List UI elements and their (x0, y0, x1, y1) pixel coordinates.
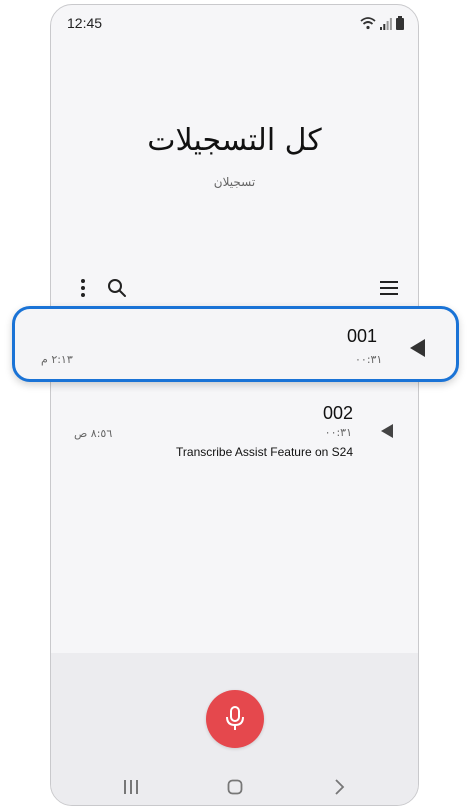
home-icon (227, 779, 243, 795)
more-options-icon (81, 279, 85, 297)
more-options-button[interactable] (70, 275, 96, 301)
play-icon[interactable] (410, 339, 425, 357)
recording-duration: ٠٠:٣١ (355, 353, 383, 366)
battery-icon (396, 16, 404, 30)
page-subtitle: تسجيلان (213, 175, 256, 189)
recording-title: 002 (322, 403, 353, 423)
recent-apps-icon (124, 780, 138, 794)
status-time: 12:45 (67, 15, 103, 31)
recording-description: Transcribe Assist Feature on S24 (176, 445, 353, 459)
menu-button[interactable] (376, 275, 402, 301)
record-button[interactable] (206, 690, 264, 748)
recent-apps-button[interactable] (116, 775, 146, 799)
wifi-icon (360, 17, 376, 30)
recording-item-002[interactable]: 002 ٠٠:٣١ ٨:٥٦ ص Transcribe Assist Featu… (51, 393, 418, 463)
recording-duration: ٠٠:٣١ (324, 426, 352, 439)
recording-date: ٨:٥٦ ص (74, 427, 113, 440)
signal-icon (380, 18, 392, 30)
recording-item-001[interactable]: 001 ٠٠:٣١ ٢:١٣ م (12, 306, 459, 382)
recording-title: 001 (347, 326, 378, 346)
home-button[interactable] (220, 775, 250, 799)
search-icon (108, 279, 126, 297)
menu-icon (380, 281, 398, 295)
back-button[interactable] (324, 775, 354, 799)
status-bar: 12:45 (51, 5, 418, 39)
page-title: كل التسجيلات (147, 123, 322, 158)
back-icon (335, 779, 345, 795)
search-button[interactable] (104, 275, 130, 301)
play-icon[interactable] (381, 424, 393, 438)
phone-screen: 12:45 كل التسجيلات تسجيلان 002 ٠٠:٣١ ٨:٥… (50, 4, 419, 806)
bottom-bar (51, 653, 418, 805)
recording-date: ٢:١٣ م (41, 353, 73, 366)
microphone-icon (226, 706, 244, 730)
